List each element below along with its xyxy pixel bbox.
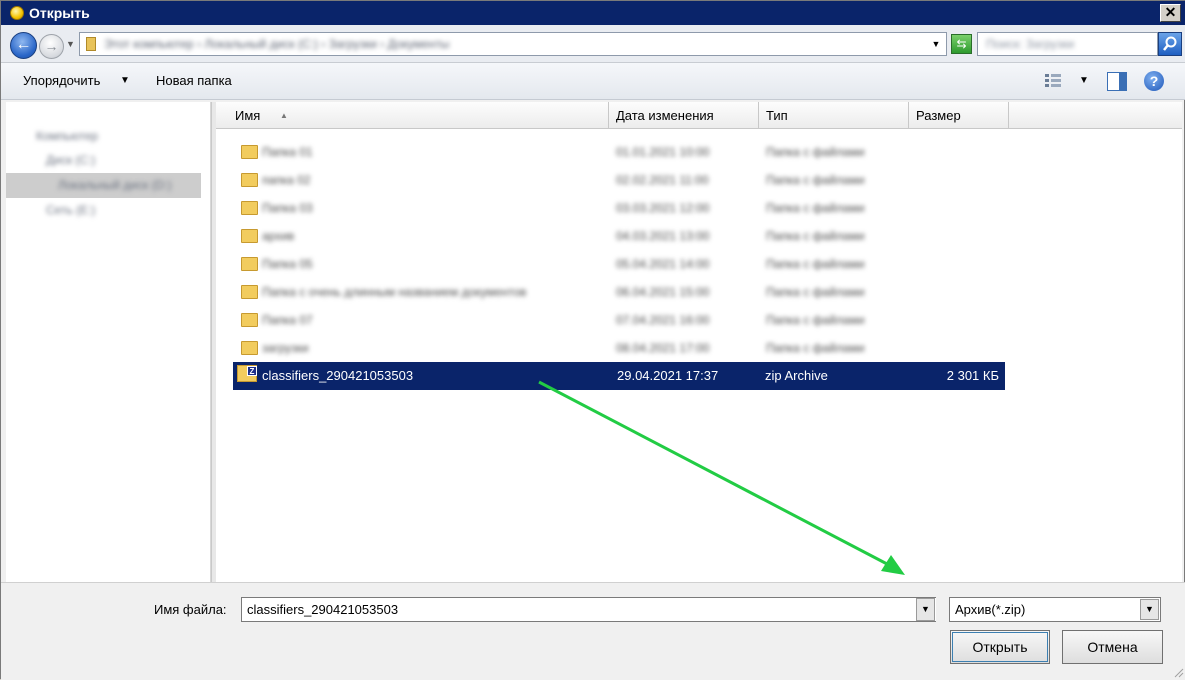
nav-item-drive-d[interactable]: Локальный диск (D:) — [58, 175, 172, 195]
file-name: папка 02 — [262, 173, 311, 187]
list-item[interactable]: Папка 05 05.04.2021 14:00 Папка с файлам… — [236, 252, 1004, 276]
navigation-pane: Компьютер Диск (C:) Локальный диск (D:) … — [6, 102, 211, 582]
folder-icon — [241, 201, 258, 215]
filename-input[interactable] — [241, 597, 936, 622]
file-name: Папка с очень длинным названием документ… — [262, 285, 527, 299]
folder-icon — [241, 229, 258, 243]
selected-file-row[interactable]: Z classifiers_290421053503 29.04.2021 17… — [233, 362, 1005, 390]
file-name: Папка 01 — [262, 145, 313, 159]
list-item[interactable]: архив 04.03.2021 13:00 Папка с файлами — [236, 224, 1004, 248]
list-item[interactable]: загрузки 08.04.2021 17:00 Папка с файлам… — [236, 336, 1004, 360]
file-date: 05.04.2021 14:00 — [616, 257, 710, 271]
app-icon — [10, 6, 24, 20]
file-list: Имя ▲ Дата изменения Тип Размер Папка 01… — [216, 102, 1182, 582]
search-placeholder: Поиск: Загрузки — [986, 37, 1075, 51]
address-dropdown-icon[interactable]: ▼ — [929, 37, 943, 51]
folder-icon — [241, 173, 258, 187]
window-title: Открыть — [29, 5, 90, 21]
file-type: Папка с файлами — [766, 313, 865, 327]
footer-panel: Имя файла: ▼ Архив(*.zip) ▼ Открыть Отме… — [1, 582, 1185, 680]
file-name: Папка 03 — [262, 201, 313, 215]
file-type: Папка с файлами — [766, 285, 865, 299]
file-name: Папка 05 — [262, 257, 313, 271]
title-bar: Открыть ✕ — [1, 1, 1185, 25]
chevron-down-icon[interactable]: ▼ — [120, 72, 130, 90]
file-name: архив — [262, 229, 295, 243]
list-item[interactable]: Папка 03 03.03.2021 12:00 Папка с файлам… — [236, 196, 1004, 220]
refresh-button[interactable]: ⇆ — [951, 34, 972, 54]
nav-item-network[interactable]: Сеть (E:) — [46, 200, 95, 220]
column-header-name[interactable]: Имя ▲ — [228, 102, 609, 129]
column-header-name-label: Имя — [235, 108, 261, 123]
open-button[interactable]: Открыть — [950, 630, 1050, 664]
file-date: 03.03.2021 12:00 — [616, 201, 710, 215]
resize-grip-icon[interactable] — [1172, 666, 1184, 678]
selected-file-size: 2 301 КБ — [946, 368, 999, 383]
back-button[interactable]: ← — [10, 32, 37, 59]
column-header-row: Имя ▲ Дата изменения Тип Размер — [216, 102, 1182, 129]
list-item[interactable]: Папка 01 01.01.2021 10:00 Папка с файлам… — [236, 140, 1004, 164]
view-dropdown-icon[interactable]: ▼ — [1079, 72, 1089, 90]
organize-button[interactable]: Упорядочить — [23, 72, 100, 90]
column-header-type[interactable]: Тип — [759, 102, 909, 129]
file-type-select[interactable]: Архив(*.zip) ▼ — [949, 597, 1161, 622]
selected-file-date: 29.04.2021 17:37 — [617, 368, 719, 383]
search-input[interactable]: Поиск: Загрузки — [977, 32, 1158, 56]
new-folder-button[interactable]: Новая папка — [156, 72, 232, 90]
column-header-date[interactable]: Дата изменения — [609, 102, 759, 129]
list-item[interactable]: Папка 07 07.04.2021 16:00 Папка с файлам… — [236, 308, 1004, 332]
nav-item-computer[interactable]: Компьютер — [36, 126, 98, 146]
sort-ascending-icon: ▲ — [280, 111, 288, 120]
column-header-size[interactable]: Размер — [909, 102, 1009, 129]
search-icon[interactable] — [1158, 32, 1182, 56]
file-type-value: Архив(*.zip) — [955, 602, 1026, 617]
folder-icon — [241, 285, 258, 299]
preview-pane-icon[interactable] — [1107, 72, 1127, 91]
command-toolbar: Упорядочить ▼ Новая папка ▼ ? — [1, 63, 1185, 100]
file-type: Папка с файлами — [766, 341, 865, 355]
file-type: Папка с файлами — [766, 145, 865, 159]
selected-file-type: zip Archive — [765, 368, 828, 383]
folder-icon — [241, 145, 258, 159]
selected-file-name: classifiers_290421053503 — [262, 368, 414, 383]
file-type: Папка с файлами — [766, 229, 865, 243]
history-dropdown-icon[interactable]: ▼ — [66, 37, 76, 51]
file-date: 08.04.2021 17:00 — [616, 341, 710, 355]
cancel-button[interactable]: Отмена — [1062, 630, 1163, 664]
file-date: 06.04.2021 15:00 — [616, 285, 710, 299]
file-date: 07.04.2021 16:00 — [616, 313, 710, 327]
folder-icon — [241, 257, 258, 271]
address-bar-row: ← → ▼ Этот компьютер › Локальный диск (C… — [1, 25, 1185, 63]
file-name: Папка 07 — [262, 313, 313, 327]
list-item[interactable]: Папка с очень длинным названием документ… — [236, 280, 1004, 304]
file-date: 02.02.2021 11:00 — [616, 173, 709, 187]
folder-icon — [241, 341, 258, 355]
filename-label: Имя файла: — [154, 602, 227, 617]
forward-button[interactable]: → — [39, 34, 64, 59]
chevron-down-icon[interactable]: ▼ — [1140, 599, 1159, 620]
folder-icon — [86, 37, 96, 51]
close-button[interactable]: ✕ — [1160, 4, 1181, 22]
file-date: 01.01.2021 10:00 — [616, 145, 710, 159]
open-file-dialog: Открыть ✕ ← → ▼ Этот компьютер › Локальн… — [0, 0, 1185, 680]
file-type: Папка с файлами — [766, 257, 865, 271]
zip-archive-icon: Z — [237, 365, 257, 382]
nav-item-drive-c[interactable]: Диск (C:) — [46, 150, 95, 170]
file-type: Папка с файлами — [766, 201, 865, 215]
folder-icon — [241, 313, 258, 327]
view-mode-icon[interactable] — [1043, 72, 1063, 90]
list-item[interactable]: папка 02 02.02.2021 11:00 Папка с файлам… — [236, 168, 1004, 192]
file-type: Папка с файлами — [766, 173, 865, 187]
address-path: Этот компьютер › Локальный диск (C:) › З… — [104, 37, 450, 51]
file-name: загрузки — [262, 341, 309, 355]
filename-dropdown-icon[interactable]: ▼ — [916, 598, 935, 621]
help-icon[interactable]: ? — [1144, 71, 1164, 91]
address-field[interactable]: Этот компьютер › Локальный диск (C:) › З… — [79, 32, 947, 56]
file-date: 04.03.2021 13:00 — [616, 229, 710, 243]
